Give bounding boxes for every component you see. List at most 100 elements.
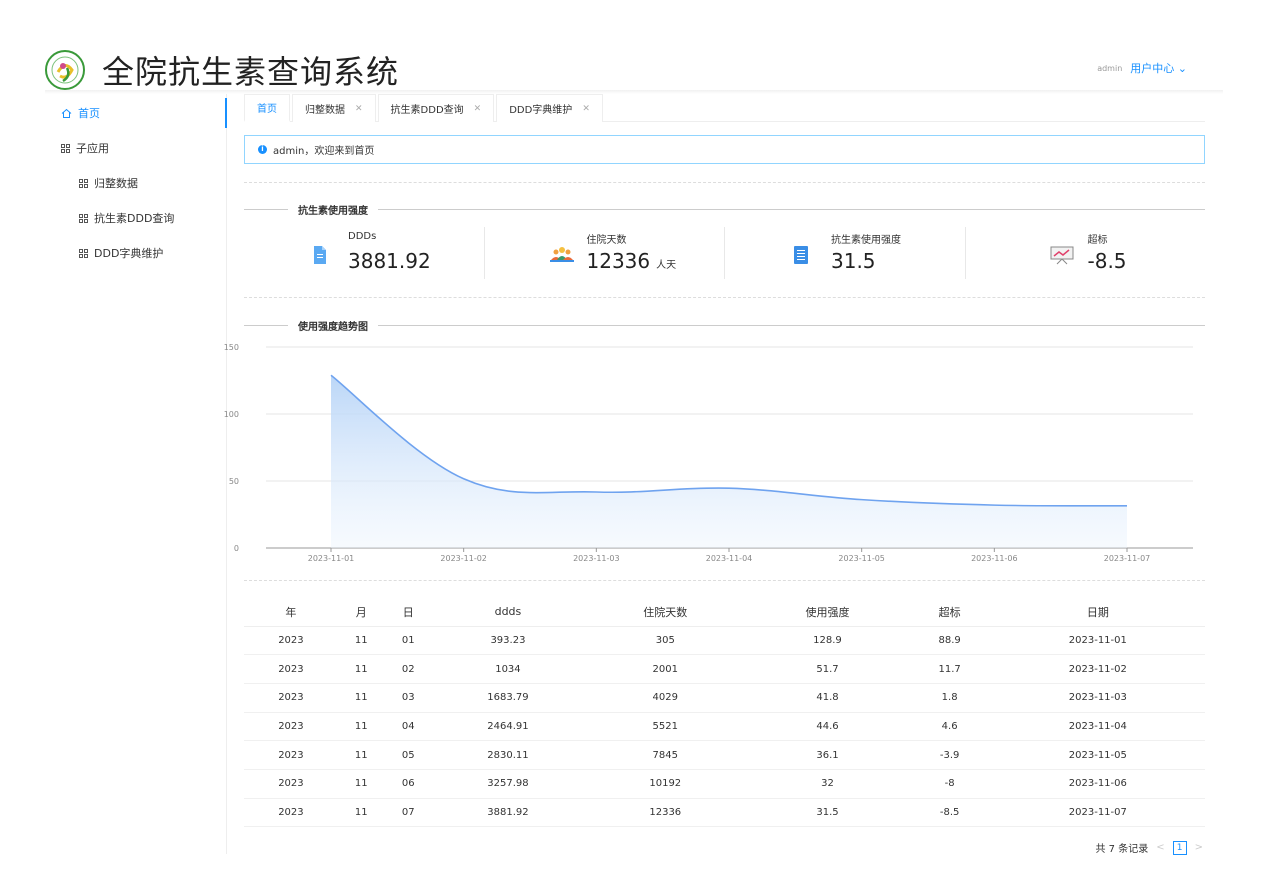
- table-cell: 05: [385, 741, 432, 770]
- sidebar-item-antibiotic-ddd-query[interactable]: 抗生素DDD查询: [79, 210, 174, 226]
- column-header: 住院天数: [584, 598, 746, 626]
- user-name: admin: [1097, 64, 1122, 73]
- column-header: 月: [338, 598, 385, 626]
- table-cell: 11: [338, 626, 385, 655]
- table-cell: -8: [909, 769, 991, 798]
- sidebar-item-normalized-data[interactable]: 归整数据: [79, 175, 138, 191]
- table-cell: 2023-11-03: [991, 683, 1205, 712]
- tab-ddd-dictionary[interactable]: DDD字典维护 ✕: [496, 94, 603, 122]
- stat-unit: 人天: [656, 260, 676, 271]
- x-tick-label: 2023-11-05: [838, 554, 885, 563]
- table-cell: 2023: [244, 741, 338, 770]
- stats-row: DDDs 3881.92 住院天数 12336人天 抗生素使用强度 31.5: [244, 227, 1205, 279]
- x-tick-label: 2023-11-03: [573, 554, 620, 563]
- table-cell: 31.5: [746, 798, 908, 827]
- sidebar-item-ddd-dictionary[interactable]: DDD字典维护: [79, 245, 163, 261]
- table-cell: 11.7: [909, 655, 991, 684]
- prev-page-icon[interactable]: <: [1156, 842, 1164, 853]
- presentation-chart-icon: [1050, 245, 1074, 265]
- table-cell: 44.6: [746, 712, 908, 741]
- table-cell: 7845: [584, 741, 746, 770]
- table-cell: 2464.91: [432, 712, 584, 741]
- stat-value: 31.5: [831, 249, 876, 273]
- table-cell: 2023-11-07: [991, 798, 1205, 827]
- stat-label: 住院天数: [587, 231, 627, 246]
- home-icon: [61, 108, 72, 119]
- sidebar-item-label: 子应用: [76, 140, 109, 156]
- table-cell: 2023-11-02: [991, 655, 1205, 684]
- table-cell: 2023: [244, 712, 338, 741]
- table-cell: 32: [746, 769, 908, 798]
- table-row: 202311031683.79402941.81.82023-11-03: [244, 683, 1205, 712]
- table-cell: 2023: [244, 655, 338, 684]
- close-icon[interactable]: ✕: [474, 104, 482, 114]
- table-cell: 2001: [584, 655, 746, 684]
- sidebar-group-subapps[interactable]: 子应用: [61, 140, 109, 156]
- stat-hospital-days: 住院天数 12336人天: [484, 227, 725, 279]
- divider: [244, 297, 1205, 298]
- grid-icon: [79, 249, 88, 258]
- column-header: 超标: [909, 598, 991, 626]
- table-row: 202311021034200151.711.72023-11-02: [244, 655, 1205, 684]
- sidebar-item-home[interactable]: 首页: [61, 105, 100, 121]
- table-row: 202311052830.11784536.1-3.92023-11-05: [244, 741, 1205, 770]
- table-cell: 2023: [244, 769, 338, 798]
- tab-normalized-data[interactable]: 归整数据 ✕: [292, 94, 376, 122]
- column-header: 日期: [991, 598, 1205, 626]
- table-cell: 02: [385, 655, 432, 684]
- table-cell: 2023: [244, 626, 338, 655]
- table-row: 202311073881.921233631.5-8.52023-11-07: [244, 798, 1205, 827]
- table-cell: 4.6: [909, 712, 991, 741]
- table-cell: 36.1: [746, 741, 908, 770]
- close-icon[interactable]: ✕: [582, 104, 590, 114]
- x-tick-label: 2023-11-06: [971, 554, 1018, 563]
- divider: [244, 580, 1205, 581]
- table-cell: 11: [338, 798, 385, 827]
- close-icon[interactable]: ✕: [355, 104, 363, 114]
- x-tick-label: 2023-11-07: [1104, 554, 1151, 563]
- tab-label: 抗生素DDD查询: [391, 101, 464, 116]
- table-cell: 11: [338, 769, 385, 798]
- grid-icon: [79, 179, 88, 188]
- table-cell: 01: [385, 626, 432, 655]
- table-cell: 11: [338, 712, 385, 741]
- stat-label: 抗生素使用强度: [831, 231, 901, 246]
- stat-intensity: 抗生素使用强度 31.5: [724, 227, 965, 279]
- trend-chart-svg: 0501001502023-11-012023-11-022023-11-032…: [221, 340, 1206, 570]
- table-cell: 393.23: [432, 626, 584, 655]
- table-row: 20231101393.23305128.988.92023-11-01: [244, 626, 1205, 655]
- table-cell: 1034: [432, 655, 584, 684]
- divider: [244, 182, 1205, 183]
- y-tick-label: 50: [229, 477, 239, 486]
- tab-home[interactable]: 首页: [244, 94, 290, 122]
- table-cell: 2023: [244, 683, 338, 712]
- welcome-alert: i admin，欢迎来到首页: [244, 135, 1205, 164]
- table-cell: 305: [584, 626, 746, 655]
- table-cell: 11: [338, 683, 385, 712]
- table-cell: -8.5: [909, 798, 991, 827]
- y-tick-label: 150: [224, 343, 239, 352]
- sidebar-item-label: 首页: [78, 105, 100, 121]
- grid-icon: [61, 144, 70, 153]
- table-cell: 12336: [584, 798, 746, 827]
- table-cell: 2023-11-06: [991, 769, 1205, 798]
- table-body: 20231101393.23305128.988.92023-11-012023…: [244, 626, 1205, 827]
- table-cell: 3881.92: [432, 798, 584, 827]
- table-cell: 5521: [584, 712, 746, 741]
- series-area: [331, 375, 1127, 548]
- page-number-button[interactable]: 1: [1173, 841, 1187, 855]
- stat-value: -8.5: [1088, 249, 1127, 273]
- stat-label: 超标: [1088, 231, 1108, 246]
- chevron-down-icon: ⌄: [1178, 62, 1187, 75]
- table-cell: 2023-11-05: [991, 741, 1205, 770]
- table-cell: 2830.11: [432, 741, 584, 770]
- column-header: ddds: [432, 598, 584, 626]
- table-cell: 11: [338, 741, 385, 770]
- table-cell: 2023-11-01: [991, 626, 1205, 655]
- stat-ddds: DDDs 3881.92: [244, 227, 484, 279]
- next-page-icon[interactable]: >: [1195, 842, 1203, 853]
- table-cell: 04: [385, 712, 432, 741]
- user-center-menu[interactable]: 用户中心 ⌄: [1130, 60, 1187, 76]
- x-tick-label: 2023-11-02: [440, 554, 487, 563]
- tab-antibiotic-ddd-query[interactable]: 抗生素DDD查询 ✕: [378, 94, 495, 122]
